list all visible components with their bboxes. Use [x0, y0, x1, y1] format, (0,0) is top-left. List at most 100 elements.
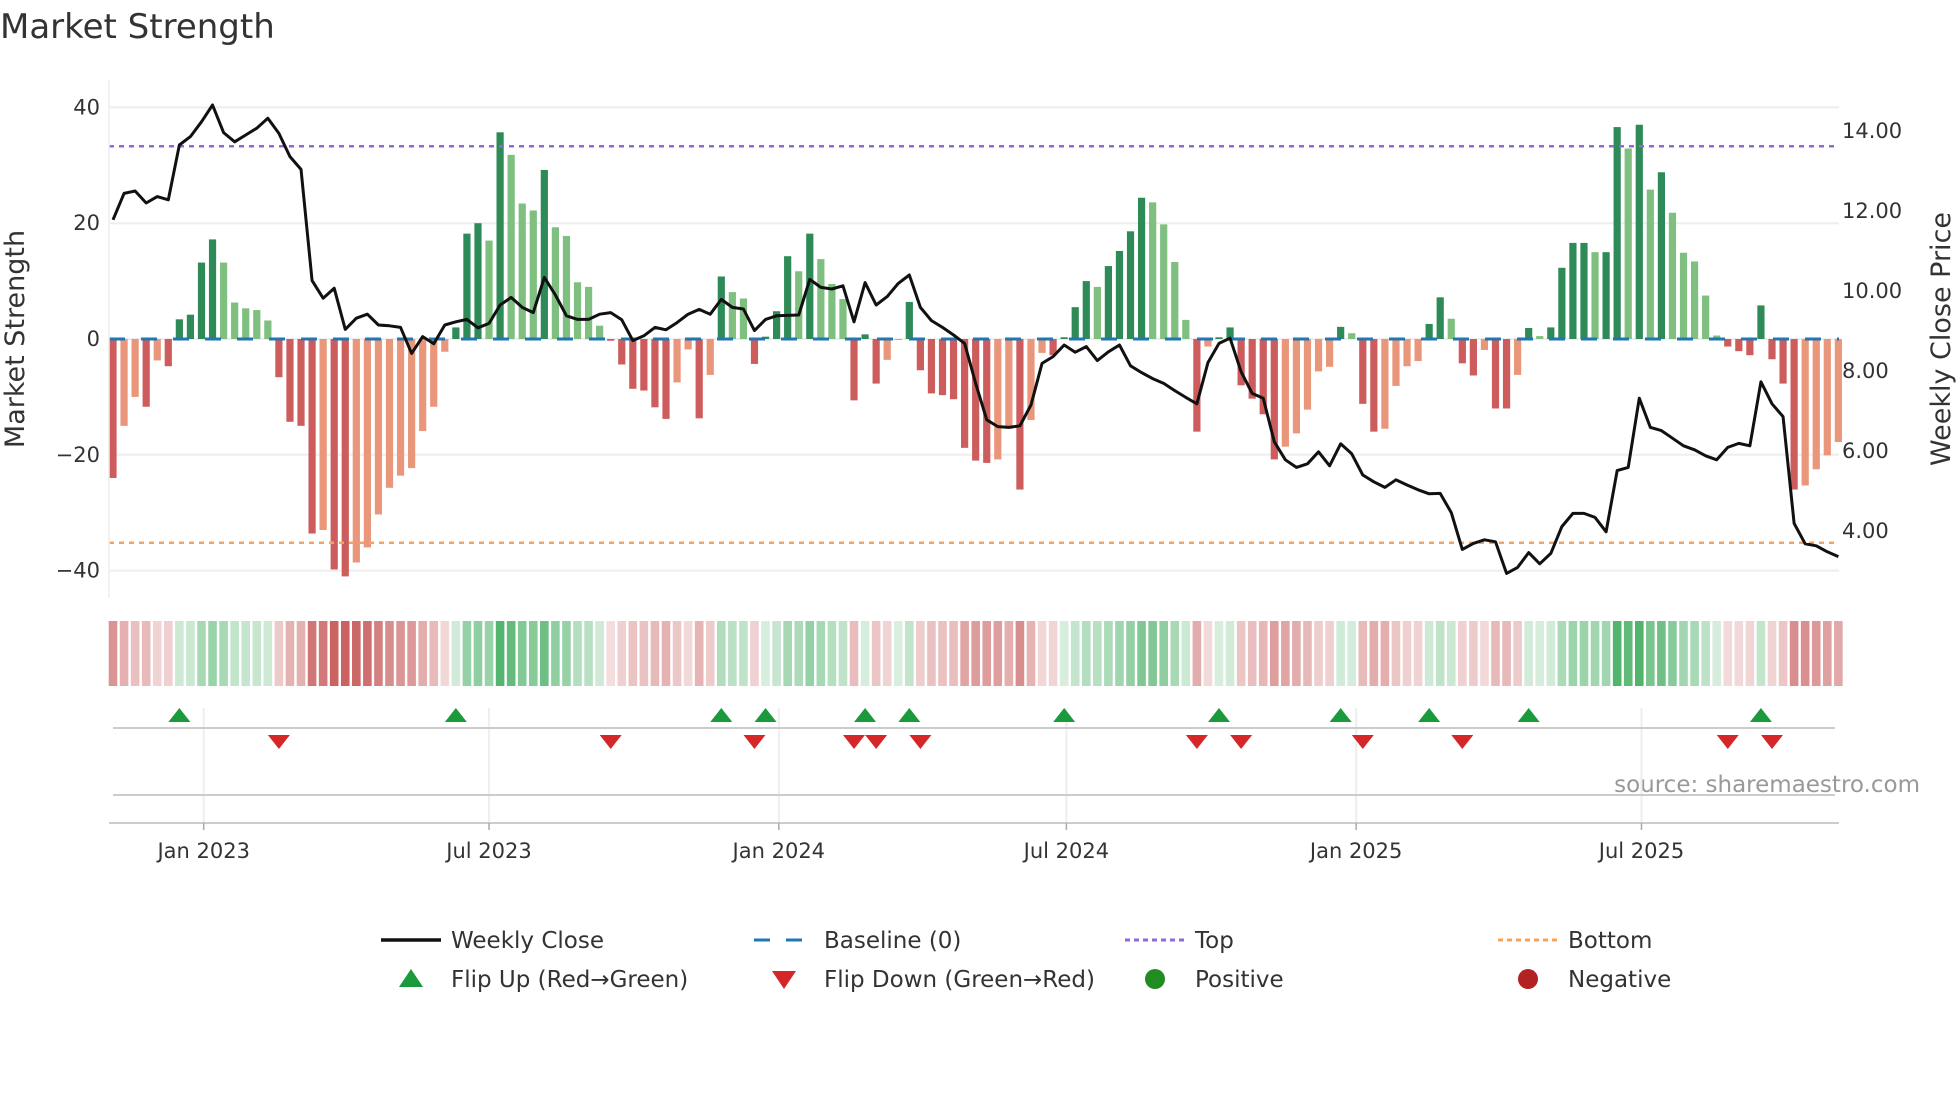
strip-cell [1612, 621, 1622, 686]
market-strength-chart: Market Strength Market Strength Weekly C… [0, 7, 1957, 993]
strip-cell [473, 621, 483, 686]
strength-bar [1038, 339, 1046, 353]
strip-cell [1579, 621, 1589, 686]
strip-cell [230, 621, 239, 686]
strip-cell [860, 621, 870, 686]
strength-bar [1646, 189, 1654, 339]
strength-bar [1060, 337, 1068, 339]
strength-bar [1215, 337, 1223, 339]
strength-bar [1115, 250, 1124, 339]
y2-tick-label: 10.00 [1842, 279, 1902, 303]
strength-bar [1137, 197, 1146, 339]
strip-cell [617, 621, 627, 686]
strength-bar [540, 169, 548, 339]
strength-bar [1381, 339, 1389, 429]
strength-bar [1657, 172, 1665, 339]
strength-bar [1193, 339, 1201, 432]
y-tick-label: 40 [73, 95, 100, 119]
strip-cell [352, 621, 361, 686]
strip-cell [1380, 621, 1390, 686]
strength-bar [1635, 124, 1643, 340]
strip-cell [1778, 621, 1788, 686]
strip-cell [1568, 621, 1578, 686]
strip-cell [1270, 621, 1279, 686]
strip-cell [728, 621, 737, 686]
y-tick-label: 20 [73, 211, 100, 235]
strength-heat-strip [108, 621, 1843, 686]
strength-bar [972, 339, 980, 461]
flip-down-marker [909, 735, 932, 749]
strip-cell [1159, 621, 1168, 686]
strip-cell [1137, 621, 1146, 686]
strength-bar [153, 339, 161, 361]
strength-bar [1447, 318, 1455, 339]
strip-cell [517, 621, 527, 686]
strength-bar [1746, 339, 1754, 356]
strength-bar [1469, 339, 1477, 376]
strength-bar [1005, 339, 1013, 429]
strength-bar [1790, 339, 1798, 490]
strength-bar [208, 239, 217, 339]
strength-bar [275, 339, 283, 378]
strip-cell [1513, 621, 1522, 686]
strength-bar [1436, 297, 1444, 339]
strip-cell [241, 621, 251, 686]
strip-cell [584, 621, 593, 686]
strip-cell [1424, 621, 1434, 686]
strength-bar [839, 299, 847, 339]
strength-bar [1016, 339, 1024, 490]
strip-cell [396, 621, 405, 686]
strength-bar [175, 319, 183, 339]
y-axis-label: Market Strength [0, 230, 31, 448]
flip-down-marker [599, 735, 622, 749]
strength-bar [1668, 212, 1677, 339]
strength-bar [452, 327, 460, 339]
strength-bar [994, 339, 1002, 460]
legend-triangle-up-icon [399, 969, 423, 987]
strength-bar [330, 339, 338, 570]
strength-bar [1071, 307, 1079, 339]
strip-cell [1336, 621, 1345, 686]
legend-circle-red-icon [1518, 969, 1538, 989]
strength-bar [164, 339, 172, 367]
strip-cell [1214, 621, 1224, 686]
strip-cell [1756, 621, 1766, 686]
strip-cell [1115, 621, 1124, 686]
strip-cell [1303, 621, 1312, 686]
strip-cell [783, 621, 792, 686]
strength-bar [872, 339, 880, 384]
x-tick-label: Jan 2023 [155, 839, 250, 863]
strength-bar [1126, 231, 1135, 339]
strip-cell [1623, 621, 1633, 686]
strength-bar [983, 339, 991, 463]
strip-cell [340, 621, 350, 686]
chart-title: Market Strength [0, 7, 275, 47]
strip-cell [1081, 621, 1091, 686]
strip-cell [1292, 621, 1301, 686]
strength-bar [430, 339, 438, 407]
strength-bar [1624, 148, 1632, 339]
flip-up-marker [1517, 708, 1540, 722]
strength-bar [1314, 339, 1323, 372]
strip-cell [1281, 621, 1290, 686]
strength-bar [1580, 242, 1588, 339]
strength-bar [1326, 339, 1334, 367]
strength-bar [385, 339, 394, 488]
flip-markers [109, 708, 1839, 824]
strip-cell [1634, 621, 1644, 686]
strip-cell [1524, 621, 1533, 686]
strip-cell [1800, 621, 1810, 686]
strip-cell [916, 621, 925, 686]
x-tick-label: Jul 2023 [444, 839, 531, 863]
strip-cell [1247, 621, 1257, 686]
strip-cell [407, 621, 416, 686]
strength-bar [1834, 339, 1842, 443]
strip-cell [186, 621, 195, 686]
flip-down-marker [267, 735, 290, 749]
flip-down-marker [843, 735, 866, 749]
strip-cell [1834, 621, 1843, 686]
strip-cell [551, 621, 560, 686]
strength-bar [1679, 252, 1688, 339]
y2-tick-label: 12.00 [1842, 199, 1902, 223]
strength-bar [673, 339, 681, 383]
